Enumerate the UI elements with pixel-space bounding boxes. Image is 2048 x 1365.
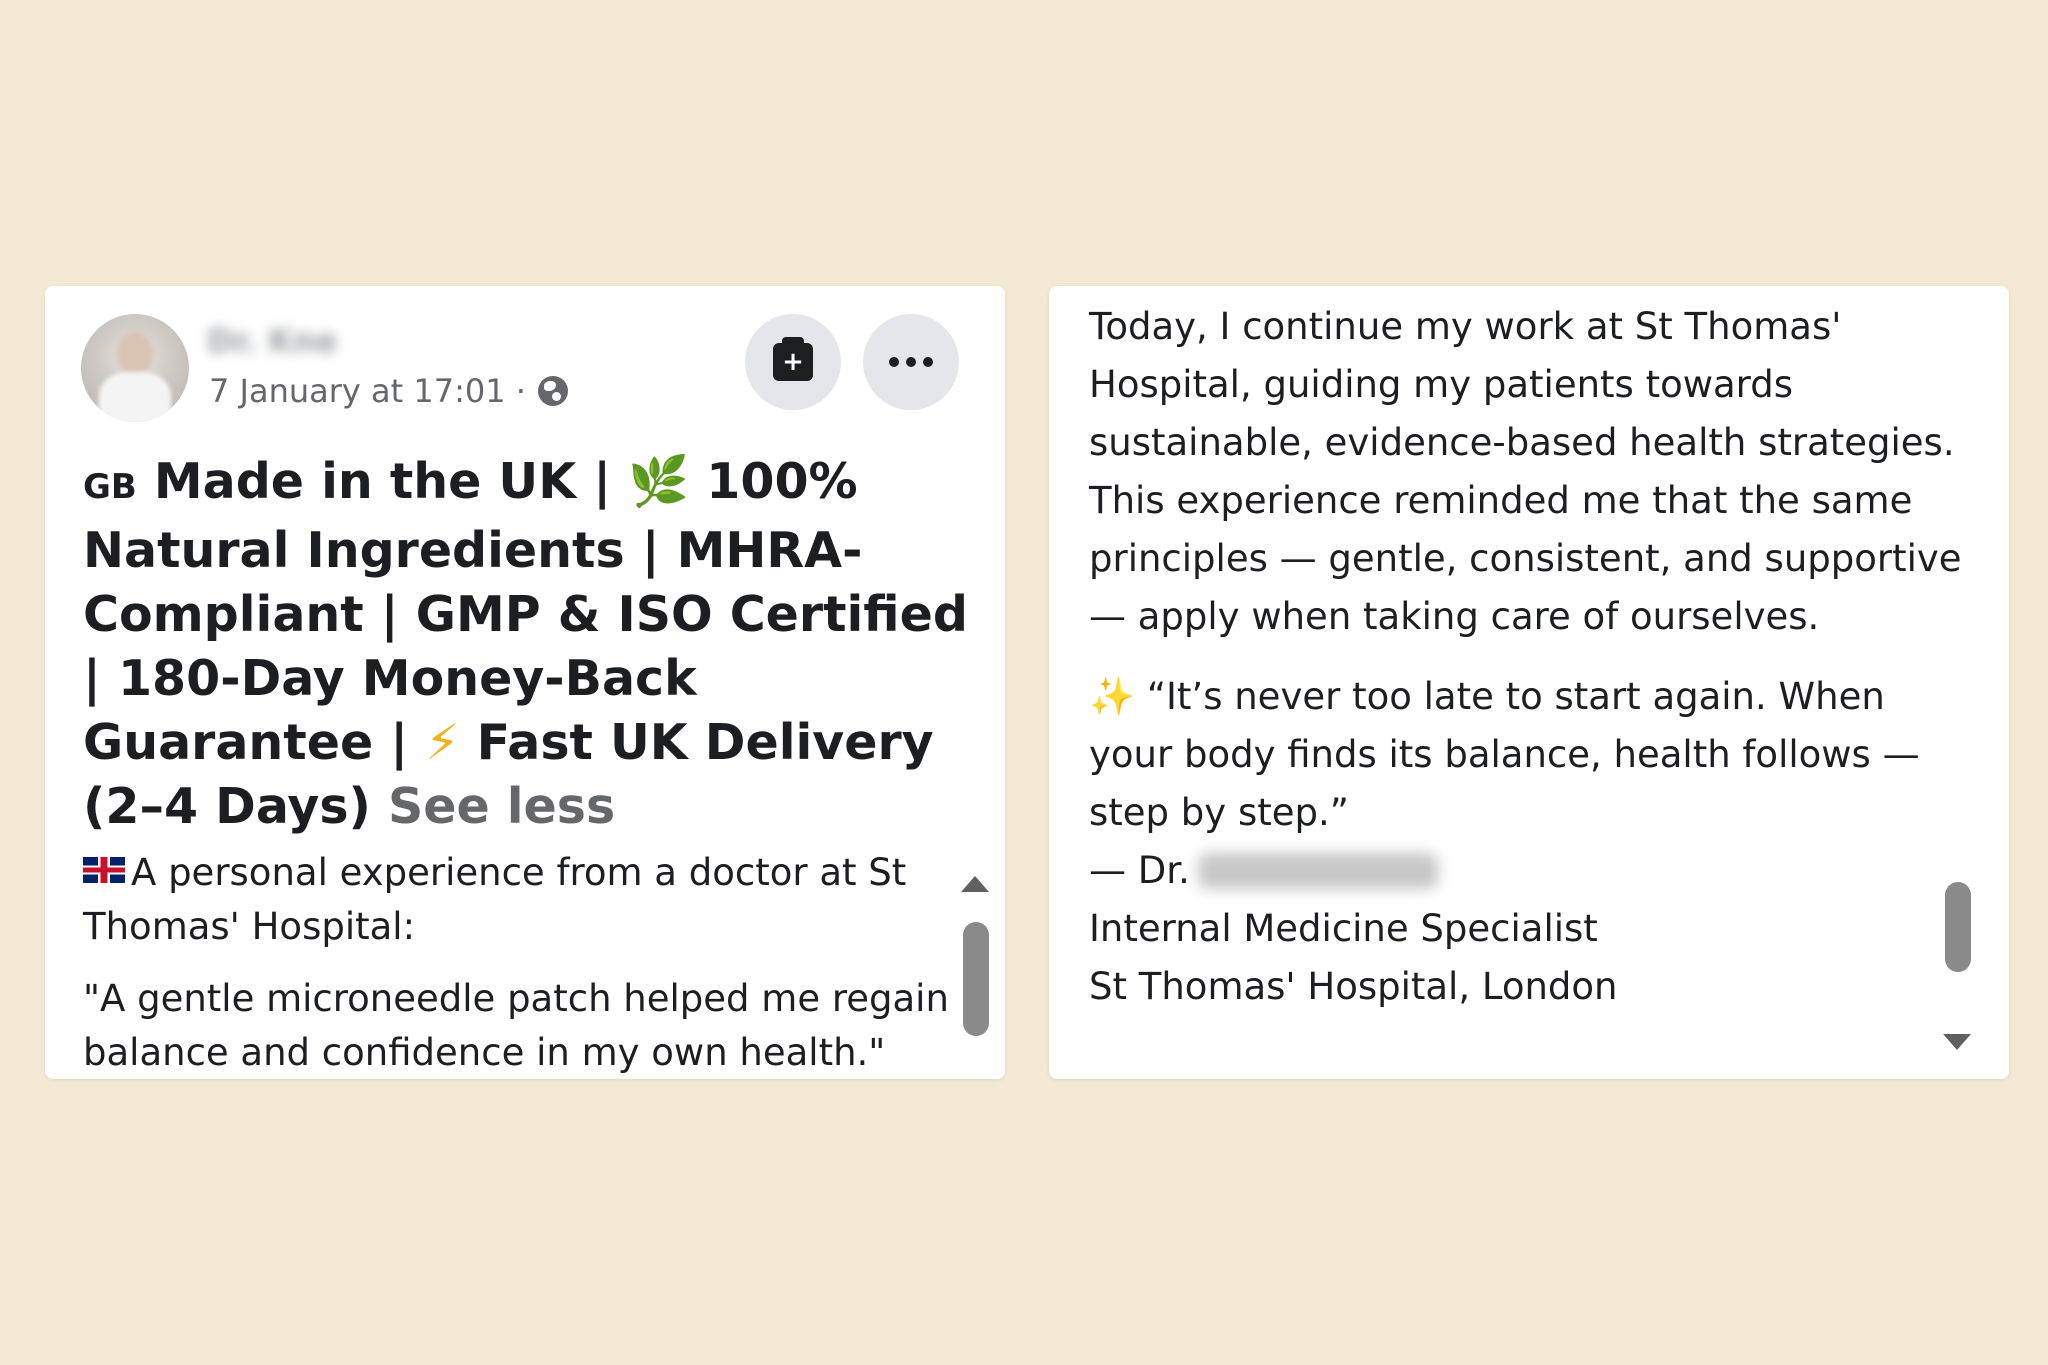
quote-paragraph: ✨ “It’s never too late to start again. W… <box>1089 668 1969 1016</box>
intro-paragraph: A personal experience from a doctor at S… <box>83 846 963 954</box>
globe-icon <box>537 376 568 406</box>
post-headline: GB Made in the UK | 🌿 100% Natural Ingre… <box>83 450 983 839</box>
lightning-icon: ⚡ <box>425 714 460 771</box>
post-body-continued: Today, I continue my work at St Thomas' … <box>1089 298 1969 1038</box>
more-icon <box>889 357 933 367</box>
post-meta: 7 January at 17:01 · <box>209 372 568 410</box>
scroll-down-arrow-icon[interactable] <box>1943 1034 1971 1050</box>
left-post-screenshot: Dr. Kne 7 January at 17:01 · + GB Made i… <box>45 286 1005 1079</box>
hospital-name: St Thomas' Hospital, London <box>1089 965 1618 1008</box>
work-paragraph: Today, I continue my work at St Thomas' … <box>1089 305 1962 638</box>
scrollbar-thumb[interactable] <box>963 922 989 1036</box>
intro-text: A personal experience from a doctor at S… <box>83 851 907 948</box>
post-body: A personal experience from a doctor at S… <box>83 846 963 1079</box>
scrollbar-thumb[interactable] <box>1945 882 1971 972</box>
avatar[interactable] <box>81 314 189 422</box>
quote-paragraph: "A gentle microneedle patch helped me re… <box>83 977 949 1074</box>
doctor-title: Internal Medicine Specialist <box>1089 907 1598 950</box>
save-icon: + <box>773 337 813 381</box>
author-name-blurred[interactable]: Dr. Kne <box>207 322 357 362</box>
right-post-screenshot: Today, I continue my work at St Thomas' … <box>1049 286 2009 1079</box>
see-less-link[interactable]: See less <box>388 778 615 835</box>
more-options-button[interactable] <box>863 314 959 410</box>
doctor-name-blurred <box>1197 853 1438 889</box>
headline-part-1: Made in the UK | <box>136 453 629 510</box>
scroll-up-arrow-icon[interactable] <box>961 876 989 892</box>
post-timestamp[interactable]: 7 January at 17:01 · <box>209 372 526 410</box>
signature-prefix: — Dr. <box>1089 849 1190 892</box>
quote-text: “It’s never too late to start again. Whe… <box>1089 675 1920 834</box>
save-button[interactable]: + <box>745 314 841 410</box>
leaf-icon: 🌿 <box>628 453 690 510</box>
gb-flag-code: GB <box>83 467 137 507</box>
uk-flag-icon <box>83 857 125 883</box>
sparkles-icon: ✨ <box>1089 675 1136 718</box>
